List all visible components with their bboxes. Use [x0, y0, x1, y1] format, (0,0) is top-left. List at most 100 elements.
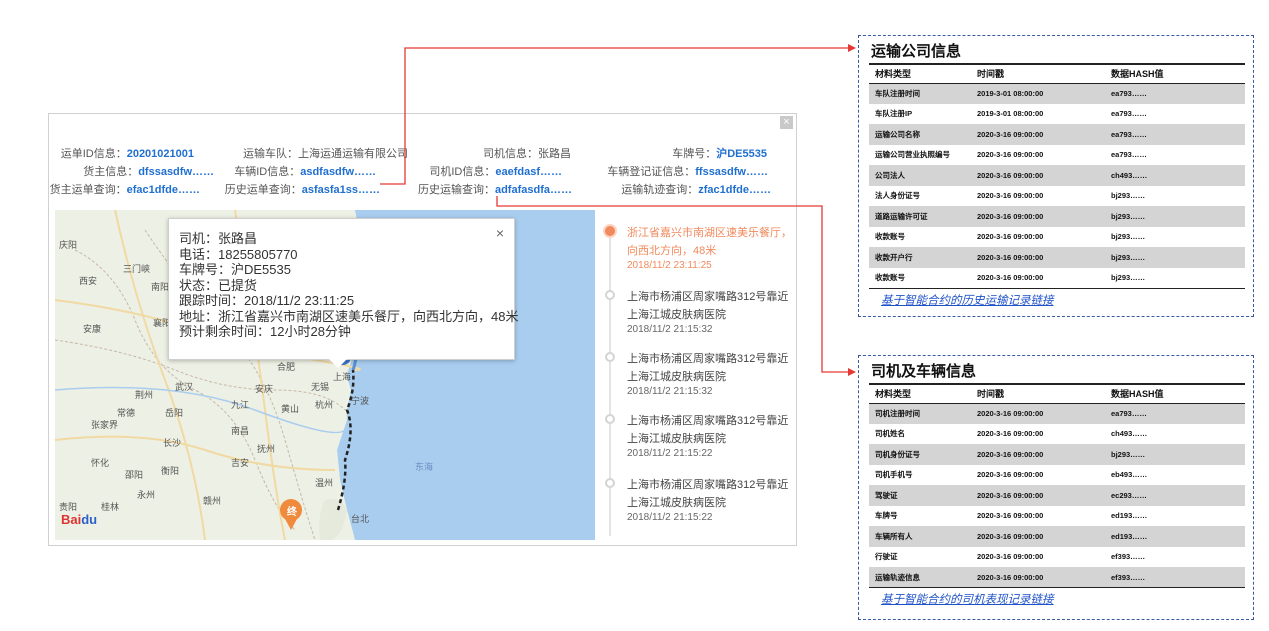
table-row: 驾驶证 2020-3-16 09:00:00 ec293……: [869, 485, 1245, 506]
city-label: 南阳: [151, 282, 170, 292]
vehicle-id-value[interactable]: asdfasdfw……: [300, 166, 376, 178]
history-waybill-query-label: 历史运单查询：: [224, 184, 302, 196]
company-box-title: 运输公司信息: [871, 43, 962, 60]
table-row: 收款开户行 2020-3-16 09:00:00 bj293……: [869, 247, 1245, 268]
driver-popup: × 司机：张路昌 电话：18255805770 车牌号：沪DE5535 状态：已…: [168, 218, 519, 368]
close-icon[interactable]: ×: [496, 225, 504, 241]
city-label: 长沙: [163, 438, 182, 448]
timeline-dot: [605, 478, 615, 488]
timeline-time: 2018/11/2 21:15:32: [627, 386, 713, 397]
table-row: 运输轨迹信息 2020-3-16 09:00:00 ef393……: [869, 567, 1245, 588]
city-label: 安康: [83, 324, 102, 334]
close-icon[interactable]: ×: [780, 116, 793, 129]
timeline-time: 2018/11/2 23:11:25: [627, 260, 712, 271]
city-label: 桂林: [101, 502, 120, 512]
city-label: 岳阳: [165, 408, 184, 418]
city-label: 邵阳: [125, 470, 144, 480]
driver-id-field: 司机ID信息：eaefdasf……: [429, 163, 562, 179]
city-label: 武汉: [175, 382, 194, 392]
city-label: 抚州: [257, 444, 276, 454]
timeline-dot: [605, 352, 615, 362]
city-label: 温州: [315, 478, 334, 488]
city-label: 常德: [117, 408, 136, 418]
history-transport-query-label: 历史运输查询：: [417, 184, 495, 196]
plate-value[interactable]: 沪DE5535: [716, 148, 767, 160]
vehicle-registration-value[interactable]: ffssasdfw……: [695, 166, 768, 178]
timeline-time: 2018/11/2 21:15:22: [627, 448, 713, 459]
history-transport-query-value[interactable]: adfafasdfa……: [495, 184, 572, 196]
city-label: 九江: [231, 400, 250, 410]
popup-tail: [329, 359, 347, 368]
column-header: 材料类型: [869, 64, 977, 84]
city-label: 荆州: [135, 390, 154, 400]
timeline-time: 2018/11/2 21:15:32: [627, 324, 713, 335]
table-row: 车队注册时间 2019-3-01 08:00:00 ea793……: [869, 83, 1245, 104]
city-label: 永州: [137, 490, 156, 500]
driver-box-title: 司机及车辆信息: [871, 363, 977, 380]
sea-label: 东海: [415, 462, 434, 472]
waybill-id-value[interactable]: 20201021001: [127, 148, 194, 160]
history-waybill-query-value[interactable]: asfasfa1ss……: [302, 184, 380, 196]
column-header: 材料类型: [869, 384, 977, 404]
shipper-info-label: 货主信息：: [83, 166, 139, 178]
timeline-address: 上海市杨浦区周家嘴路312号靠近上海江城皮肤病医院: [627, 353, 789, 383]
vehicle-registration-field: 车辆登记证信息：ffssasdfw……: [607, 163, 768, 179]
shipper-waybill-query-label: 货主运单查询：: [49, 184, 127, 196]
track-query-field: 运输轨迹查询：zfac1dfde……: [621, 181, 771, 197]
popup-address: 地址：浙江省嘉兴市南湖区速美乐餐厅，向西北方向，48米: [179, 308, 519, 324]
city-label: 无锡: [311, 382, 330, 392]
history-transport-query-field: 历史运输查询：adfafasdfa……: [418, 181, 572, 197]
city-label: 庆阳: [59, 240, 78, 250]
city-label: 上海: [333, 372, 352, 382]
shipment-detail-panel: × 运单ID信息：20201021001 运输车队：上海运通运输有限公司 司机信…: [48, 113, 797, 546]
vehicle-id-field: 车辆ID信息：asdfasdfw……: [234, 163, 376, 179]
history-waybill-query-field: 历史运单查询：asfasfa1ss……: [225, 181, 380, 197]
baidu-logo: Baidu: [61, 512, 98, 527]
city-label: 衡阳: [161, 466, 180, 476]
driver-id-value[interactable]: eaefdasf……: [495, 166, 562, 178]
timeline-dot: [605, 290, 615, 300]
timeline-line: [609, 226, 611, 536]
timeline-address: 上海市杨浦区周家嘴路312号靠近上海江城皮肤病医院: [627, 415, 789, 445]
info-row-3: 货主运单查询：efac1dfde…… 历史运单查询：asfasfa1ss…… 历…: [49, 181, 798, 197]
city-label: 张家界: [91, 420, 119, 430]
waybill-id-field: 运单ID信息：20201021001: [61, 145, 194, 161]
city-label: 三门峡: [123, 264, 151, 274]
city-label: 安庆: [255, 384, 274, 394]
table-row: 司机手机号 2020-3-16 09:00:00 eb493……: [875, 470, 1148, 480]
city-label: 吉安: [231, 458, 250, 468]
popup-plate: 车牌号：沪DE5535: [179, 262, 291, 277]
history-transport-link[interactable]: 基于智能合约的历史运输记录链接: [869, 289, 1243, 309]
plate-label: 车牌号：: [672, 148, 717, 160]
column-header: 数据HASH值: [1111, 384, 1245, 404]
end-marker: 终: [287, 507, 297, 518]
column-header: 数据HASH值: [1111, 64, 1245, 84]
track-query-value[interactable]: zfac1dfde……: [698, 184, 771, 196]
table-row: 司机姓名 2020-3-16 09:00:00 ch493……: [875, 429, 1148, 439]
table-row: 运输公司营业执照编号 2020-3-16 09:00:00 ea793……: [875, 150, 1147, 160]
shipper-waybill-query-field: 货主运单查询：efac1dfde……: [50, 181, 200, 197]
table-row: 运输公司名称 2020-3-16 09:00:00 ea793……: [869, 124, 1245, 145]
waybill-id-label: 运单ID信息：: [60, 148, 127, 160]
city-label: 南昌: [231, 426, 250, 436]
shipper-info-value[interactable]: dfssasdfw……: [138, 166, 214, 178]
timeline-time: 2018/11/2 21:15:22: [627, 512, 713, 523]
city-label: 怀化: [91, 458, 110, 468]
timeline-address: 上海市杨浦区周家嘴路312号靠近上海江城皮肤病医院: [627, 479, 789, 509]
info-row-1: 运单ID信息：20201021001 运输车队：上海运通运输有限公司 司机信息：…: [49, 145, 798, 161]
city-label: 宁波: [351, 396, 370, 406]
driver-vehicle-info-box: 司机及车辆信息 材料类型 时间戳 数据HASH值 司机注册时间 2020-3-16…: [858, 355, 1254, 620]
shipper-info-field: 货主信息：dfssasdfw……: [83, 163, 214, 179]
driver-performance-link[interactable]: 基于智能合约的司机表现记录链接: [869, 588, 1243, 608]
timeline-address: 上海市杨浦区周家嘴路312号靠近上海江城皮肤病医院: [627, 291, 789, 321]
timeline-address: 浙江省嘉兴市南湖区速美乐餐厅，向西北方向，48米: [627, 227, 792, 257]
table-row: 司机身份证号 2020-3-16 09:00:00 bj293……: [869, 444, 1245, 465]
driver-info-label: 司机信息：: [483, 148, 538, 160]
route-map[interactable]: 终 庆阳 西安 三门峡 南阳 安康 襄阳 武汉 荆州 岳阳 常德 张家界 长沙 …: [55, 210, 595, 540]
driver-info-value: 张路昌: [538, 148, 571, 160]
company-table: 材料类型 时间戳 数据HASH值 车队注册时间 2019-3-01 08:00:0…: [869, 63, 1245, 289]
vehicle-registration-label: 车辆登记证信息：: [607, 166, 696, 178]
table-row: 司机注册时间 2020-3-16 09:00:00 ea793……: [869, 403, 1245, 424]
shipper-waybill-query-value[interactable]: efac1dfde……: [127, 184, 200, 196]
fleet-value: 上海运通运输有限公司: [298, 148, 408, 160]
